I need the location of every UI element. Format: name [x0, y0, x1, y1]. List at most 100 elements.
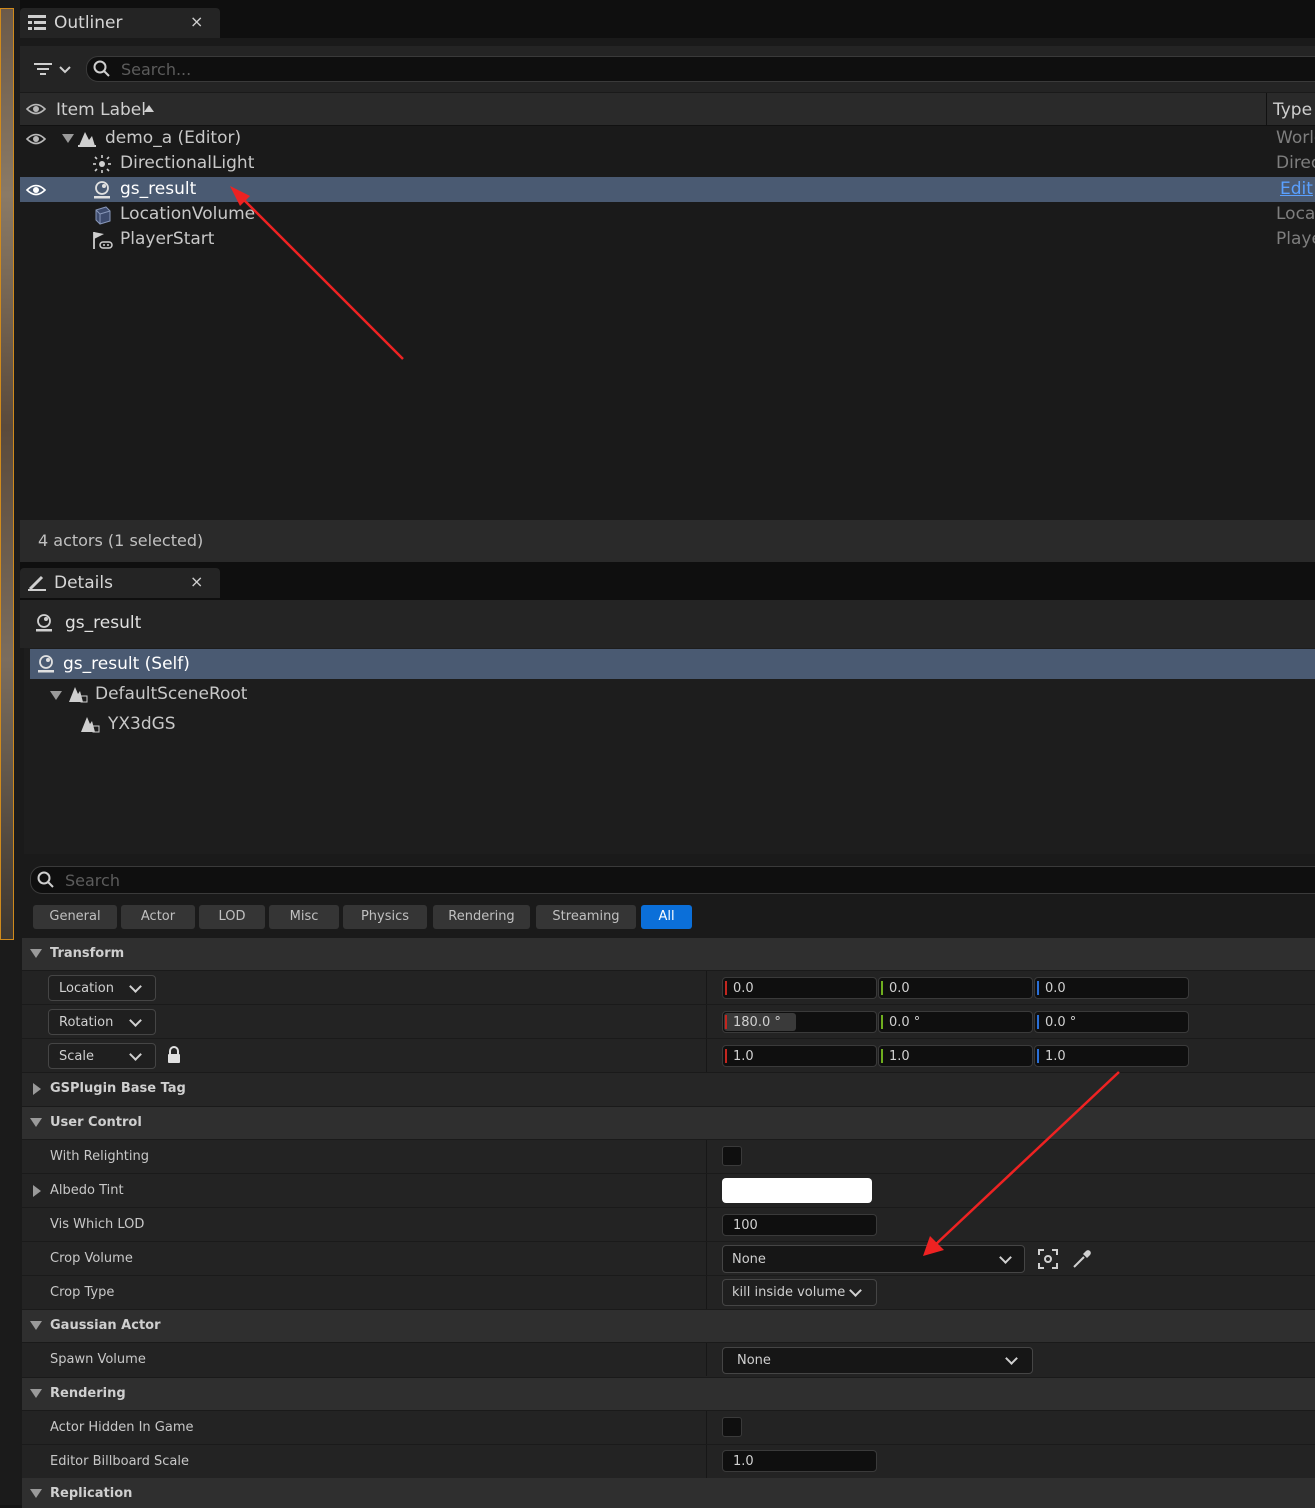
filter-all-button[interactable]: All — [641, 905, 692, 929]
details-search-input[interactable] — [63, 867, 1224, 893]
section-title: Gaussian Actor — [50, 1318, 161, 1333]
outliner-column-header: Item Label Type — [20, 93, 1315, 126]
y-axis-marker — [881, 1049, 883, 1063]
location-mode-dropdown[interactable]: Location — [48, 975, 156, 1001]
prop-label: Crop Volume — [50, 1251, 133, 1266]
expand-arrow-icon[interactable] — [50, 691, 62, 700]
field-value: 1.0 — [733, 1049, 754, 1064]
outliner-item-label: DirectionalLight — [120, 153, 255, 173]
outliner-row-world[interactable]: demo_a (Editor) Worlc — [20, 126, 1315, 151]
outliner-close-icon[interactable]: × — [190, 12, 203, 31]
chevron-down-icon — [999, 1251, 1012, 1264]
section-gsplugin-base-tag[interactable]: GSPlugin Base Tag — [22, 1073, 1315, 1106]
component-row-defaultsceneroot[interactable]: DefaultSceneRoot — [30, 679, 1315, 709]
rotation-y-field[interactable]: 0.0 ° — [878, 1011, 1033, 1033]
albedo-tint-color-swatch[interactable] — [722, 1178, 872, 1203]
edit-link[interactable]: Edit — [1280, 179, 1313, 199]
prop-vis-which-lod: Vis Which LOD 100 — [22, 1208, 1315, 1242]
lock-icon[interactable] — [166, 1046, 182, 1064]
component-row-self[interactable]: gs_result (Self) — [30, 649, 1315, 679]
y-axis-marker — [881, 1015, 883, 1029]
scale-mode-dropdown[interactable]: Scale — [48, 1043, 156, 1069]
section-gaussian-actor[interactable]: Gaussian Actor — [22, 1310, 1315, 1342]
prop-label: Editor Billboard Scale — [50, 1454, 190, 1469]
filter-icon[interactable] — [34, 62, 74, 78]
section-title: Transform — [50, 946, 125, 961]
x-axis-marker — [725, 1049, 727, 1063]
details-close-icon[interactable]: × — [190, 572, 203, 591]
location-x-field[interactable]: 0.0 — [722, 977, 877, 999]
dropdown-value: None — [732, 1252, 766, 1267]
scale-x-field[interactable]: 1.0 — [722, 1045, 877, 1067]
section-user-control[interactable]: User Control — [22, 1107, 1315, 1139]
rotation-z-field[interactable]: 0.0 ° — [1034, 1011, 1189, 1033]
location-y-field[interactable]: 0.0 — [878, 977, 1033, 999]
outliner-row-gs-result[interactable]: gs_result Edit — [20, 177, 1315, 202]
component-tree: gs_result (Self) DefaultSceneRoot YX3dGS — [24, 648, 1315, 854]
outliner-toolbar — [20, 46, 1315, 92]
location-z-field[interactable]: 0.0 — [1034, 977, 1189, 999]
visibility-eye-icon[interactable] — [26, 102, 46, 116]
details-tab-bar: Details × — [20, 562, 1315, 600]
rotation-mode-dropdown[interactable]: Rotation — [48, 1009, 156, 1035]
outliner-row-playerstart[interactable]: PlayerStart Playe — [20, 227, 1315, 252]
field-value: 0.0 ° — [1045, 1015, 1077, 1030]
outliner-item-label: LocationVolume — [120, 204, 256, 224]
browse-to-asset-icon[interactable] — [1038, 1249, 1058, 1269]
outliner-item-type: Loca — [1276, 204, 1315, 224]
dropdown-value: kill inside volume — [732, 1285, 846, 1300]
scene-component-icon — [81, 717, 100, 733]
outliner-row-directionallight[interactable]: DirectionalLight Direc — [20, 151, 1315, 176]
filter-rendering-button[interactable]: Rendering — [433, 905, 530, 929]
z-axis-marker — [1037, 981, 1039, 995]
column-divider — [706, 971, 707, 1004]
scale-z-field[interactable]: 1.0 — [1034, 1045, 1189, 1067]
column-divider — [706, 1276, 707, 1309]
spawn-volume-dropdown[interactable]: None — [722, 1347, 1033, 1374]
billboard-scale-field[interactable]: 1.0 — [722, 1450, 877, 1472]
crop-volume-dropdown[interactable]: None — [722, 1245, 1025, 1273]
search-icon — [93, 60, 110, 77]
filter-misc-button[interactable]: Misc — [269, 905, 339, 929]
filter-actor-button[interactable]: Actor — [121, 905, 195, 929]
column-type[interactable]: Type — [1273, 100, 1312, 120]
outliner-search-input[interactable] — [119, 57, 1230, 81]
eyedropper-picker-icon[interactable] — [1072, 1249, 1092, 1269]
expand-arrow-icon[interactable] — [33, 1185, 41, 1197]
column-divider — [706, 1242, 707, 1275]
chevron-down-icon — [129, 980, 142, 993]
prop-location: Location 0.0 0.0 0.0 — [22, 971, 1315, 1005]
section-rendering[interactable]: Rendering — [22, 1378, 1315, 1410]
outliner-search-box[interactable] — [86, 56, 1315, 82]
section-transform[interactable]: Transform — [22, 938, 1315, 970]
filter-streaming-button[interactable]: Streaming — [536, 905, 636, 929]
expand-arrow-icon[interactable] — [62, 134, 74, 143]
dropdown-label: Location — [59, 981, 114, 996]
filter-physics-button[interactable]: Physics — [343, 905, 427, 929]
collapse-arrow-icon — [30, 1118, 42, 1127]
outliner-panel: Outliner × Item Label Type — [20, 0, 1315, 562]
section-replication[interactable]: Replication — [22, 1478, 1315, 1508]
filter-lod-button[interactable]: LOD — [199, 905, 265, 929]
component-row-yx3dgs[interactable]: YX3dGS — [30, 709, 1315, 739]
vis-which-lod-field[interactable]: 100 — [722, 1214, 877, 1236]
x-axis-marker — [725, 981, 727, 995]
crop-type-dropdown[interactable]: kill inside volume — [722, 1279, 877, 1306]
with-relighting-checkbox[interactable] — [722, 1146, 742, 1166]
rotation-x-field[interactable]: 180.0 ° — [722, 1011, 877, 1033]
outliner-item-type: Playe — [1276, 229, 1315, 249]
tab-outliner[interactable]: Outliner × — [20, 8, 220, 38]
actor-count-status: 4 actors (1 selected) — [38, 531, 204, 550]
actor-hidden-checkbox[interactable] — [722, 1417, 742, 1437]
visibility-eye-icon[interactable] — [26, 132, 46, 146]
dropdown-label: Rotation — [59, 1015, 114, 1030]
scale-y-field[interactable]: 1.0 — [878, 1045, 1033, 1067]
chevron-down-icon — [849, 1284, 862, 1297]
directional-light-icon — [93, 155, 111, 173]
column-item-label[interactable]: Item Label — [56, 100, 146, 120]
visibility-eye-icon[interactable] — [26, 183, 46, 197]
details-search-box[interactable] — [30, 866, 1315, 894]
tab-details[interactable]: Details × — [20, 568, 220, 598]
outliner-row-locationvolume[interactable]: LocationVolume Loca — [20, 202, 1315, 227]
filter-general-button[interactable]: General — [33, 905, 117, 929]
